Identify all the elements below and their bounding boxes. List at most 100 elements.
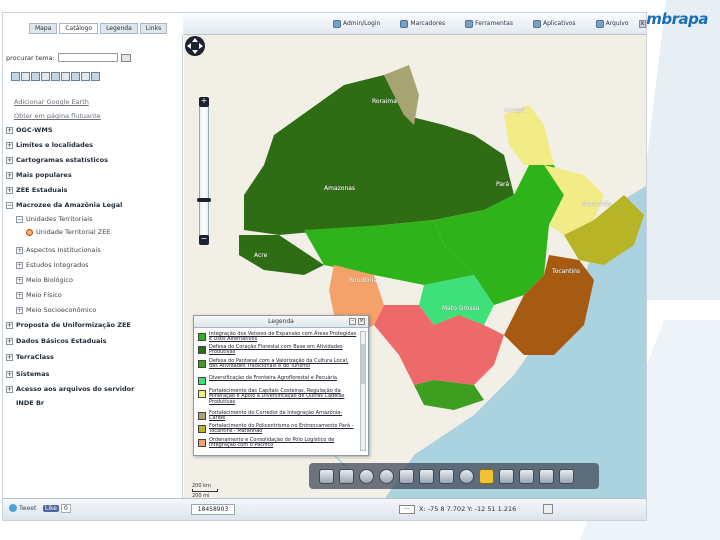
- expand-icon[interactable]: +: [6, 141, 13, 149]
- collapse-icon[interactable]: −: [6, 201, 13, 209]
- tree-item[interactable]: Adicionar Google Earth: [14, 98, 89, 106]
- tab-mapa[interactable]: Mapa: [29, 23, 58, 34]
- tree-item[interactable]: + Meio Socioeconômico: [16, 306, 96, 314]
- tree-item[interactable]: Unidade Territorial ZEE: [26, 228, 110, 236]
- zoom-slider[interactable]: [199, 97, 209, 245]
- full-extent-icon[interactable]: [439, 468, 454, 484]
- expand-icon[interactable]: +: [6, 156, 13, 164]
- close-button[interactable]: ×: [358, 318, 365, 325]
- draw-icon[interactable]: [559, 468, 574, 484]
- expand-icon[interactable]: +: [16, 276, 23, 284]
- tree-item[interactable]: INDE Br: [16, 399, 44, 407]
- expand-icon[interactable]: +: [16, 291, 23, 299]
- zoom-in-tool-icon[interactable]: [379, 468, 394, 484]
- layers-icon[interactable]: [71, 72, 80, 81]
- expand-icon[interactable]: +: [6, 370, 13, 378]
- map-icon[interactable]: [91, 72, 100, 81]
- tree-item[interactable]: Obter em página flutuante: [14, 112, 101, 120]
- table-icon[interactable]: [61, 72, 70, 81]
- toolbar-admin-login[interactable]: Admin/Login: [333, 19, 380, 28]
- expand-icon[interactable]: +: [6, 321, 13, 329]
- tab-catalogo[interactable]: Catálogo: [59, 23, 99, 34]
- tree-item[interactable]: + Mais populares: [6, 171, 72, 179]
- info-icon[interactable]: [459, 468, 474, 484]
- measure-icon[interactable]: [499, 468, 514, 484]
- close-button[interactable]: x: [638, 19, 646, 28]
- scale-bar-line: [192, 489, 218, 492]
- legend-text[interactable]: Ordenamento e Consolidação do Polo Logís…: [209, 437, 358, 449]
- tree-item[interactable]: − Macrozee da Amazônia Legal: [6, 201, 122, 209]
- layer-visibility-icon[interactable]: [26, 228, 33, 236]
- expand-icon[interactable]: +: [16, 306, 23, 314]
- tree-item[interactable]: + Meio Biológico: [16, 276, 73, 284]
- coordinate-format-select[interactable]: ---: [399, 505, 415, 514]
- zoom-out-button[interactable]: −: [199, 235, 209, 245]
- coordinate-capture-icon[interactable]: [543, 504, 553, 514]
- legend-scrollbar[interactable]: [360, 331, 366, 451]
- expand-icon[interactable]: +: [16, 246, 23, 254]
- pan-control[interactable]: [184, 35, 206, 57]
- tree-item[interactable]: + Aspectos Institucionais: [16, 246, 101, 254]
- select-icon[interactable]: [539, 468, 554, 484]
- expand-icon[interactable]: +: [16, 261, 23, 269]
- search-input[interactable]: [57, 53, 118, 62]
- tree-label: Limites e localidades: [16, 141, 94, 149]
- expand-icon[interactable]: +: [6, 337, 13, 345]
- expand-icon[interactable]: +: [6, 186, 13, 194]
- tab-legenda[interactable]: Legenda: [100, 23, 138, 34]
- tree-item[interactable]: + Estudos Integrados: [16, 261, 89, 269]
- tree-item[interactable]: + Limites e localidades: [6, 141, 93, 149]
- legend-scroll-thumb[interactable]: [361, 344, 365, 384]
- tree-item[interactable]: + Cartogramas estatísticos: [6, 156, 108, 164]
- tree-item[interactable]: + Acesso aos arquivos do servidor: [6, 385, 134, 393]
- expand-icon[interactable]: +: [6, 126, 13, 134]
- refresh-icon[interactable]: [11, 72, 20, 81]
- zoom-slider-thumb[interactable]: [197, 198, 211, 202]
- settings-icon[interactable]: [81, 72, 90, 81]
- globe-icon[interactable]: [51, 72, 60, 81]
- legend-text[interactable]: Diversificação da Fronteira Agrofloresta…: [209, 375, 337, 385]
- minimize-button[interactable]: –: [349, 318, 356, 325]
- like-button[interactable]: Like: [43, 505, 59, 512]
- legend-header[interactable]: Legenda – ×: [194, 316, 368, 328]
- binoculars-icon[interactable]: [339, 468, 354, 484]
- toolbar-aplicativos[interactable]: Aplicativos: [532, 19, 576, 28]
- legend-text[interactable]: Fortalecimento das Capitais Costeiras, R…: [209, 388, 358, 405]
- tree-item[interactable]: + Dados Básicos Estaduais: [6, 337, 107, 345]
- upload-icon[interactable]: [31, 72, 40, 81]
- map-canvas[interactable]: Roraima Amapá Amazonas Pará Maranhão Acr…: [184, 35, 646, 500]
- tree-item[interactable]: + TerraClass: [6, 353, 54, 361]
- tree-item[interactable]: + OGC-WMS: [6, 126, 53, 134]
- folder-icon[interactable]: [21, 72, 30, 81]
- legend-text[interactable]: Integração dos Vetores de Expansão com Á…: [209, 331, 358, 343]
- tree-label: Estudos Integrados: [26, 261, 89, 269]
- tab-links[interactable]: Links: [139, 23, 168, 34]
- tweet-button[interactable]: Tweet: [9, 504, 36, 512]
- zoom-in-button[interactable]: +: [199, 97, 209, 107]
- area-icon[interactable]: [519, 468, 534, 484]
- expand-icon[interactable]: +: [6, 353, 13, 361]
- note-icon[interactable]: [479, 468, 494, 484]
- pan-tool-icon[interactable]: [419, 468, 434, 484]
- expand-icon[interactable]: +: [6, 385, 13, 393]
- tree-item[interactable]: + Proposta de Uniformização ZEE: [6, 321, 131, 329]
- list-icon[interactable]: [319, 468, 334, 484]
- legend-text[interactable]: Defesa do Coração Florestal com Base em …: [209, 344, 358, 356]
- tree-item[interactable]: − Unidades Territoriais: [16, 215, 92, 223]
- zoom-out-tool-icon[interactable]: [359, 468, 374, 484]
- tree-item[interactable]: + ZEE Estaduais: [6, 186, 67, 194]
- tree-item[interactable]: + Meio Físico: [16, 291, 62, 299]
- legend-text[interactable]: Fortalecimento do Corredor de Integração…: [209, 410, 358, 422]
- collapse-icon[interactable]: −: [16, 215, 23, 223]
- toolbar-marcadores[interactable]: Marcadores: [400, 19, 445, 28]
- tree-item[interactable]: + Sistemas: [6, 370, 49, 378]
- search-button[interactable]: [120, 53, 131, 62]
- toolbar-arquivo[interactable]: Arquivo: [595, 19, 629, 28]
- zoom-box-icon[interactable]: [399, 468, 414, 484]
- map-scale-field[interactable]: 18458903: [191, 504, 235, 515]
- expand-icon[interactable]: +: [6, 171, 13, 179]
- legend-text[interactable]: Defesa do Pantanal com a Valorização da …: [209, 358, 358, 370]
- download-icon[interactable]: [41, 72, 50, 81]
- legend-text[interactable]: Fortalecimento do Policentrismo no Entro…: [209, 423, 358, 435]
- toolbar-ferramentas[interactable]: Ferramentas: [465, 19, 513, 28]
